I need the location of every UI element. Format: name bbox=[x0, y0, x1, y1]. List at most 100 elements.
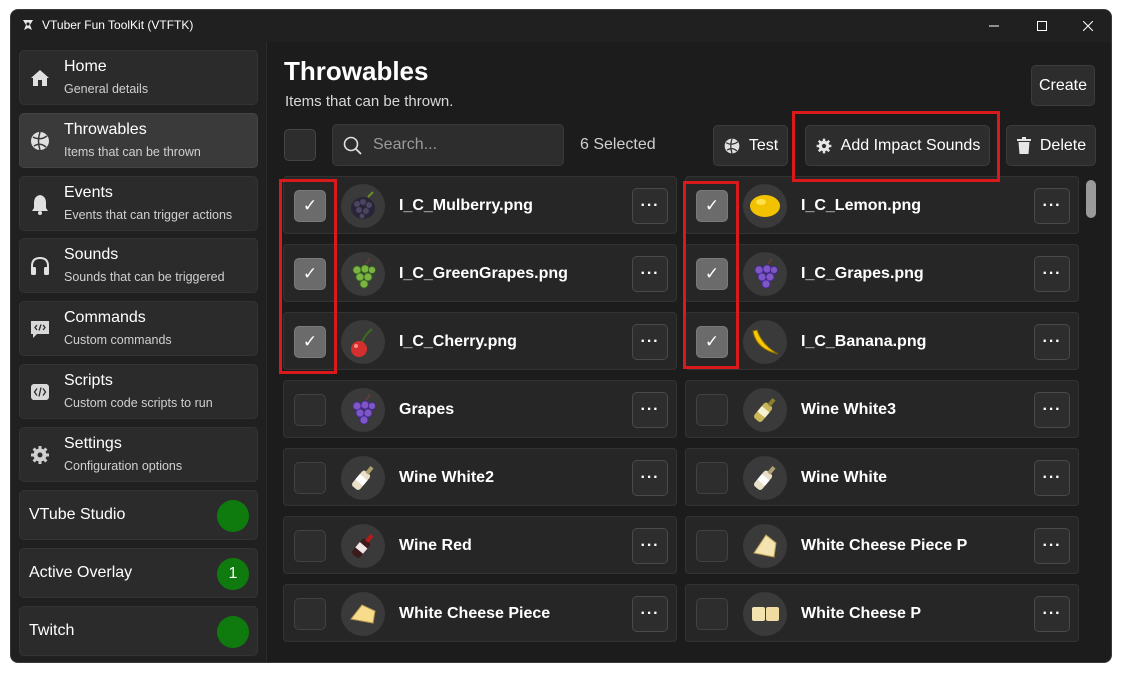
item-name: White Cheese Piece P bbox=[801, 537, 968, 554]
item-checkbox[interactable] bbox=[696, 530, 728, 562]
minimize-button[interactable] bbox=[971, 10, 1017, 42]
green-grapes-icon bbox=[341, 252, 385, 296]
item-more-button[interactable]: ··· bbox=[1034, 188, 1070, 224]
search-input[interactable] bbox=[373, 134, 553, 156]
sidebar-item-sounds[interactable]: Sounds Sounds that can be triggered bbox=[19, 238, 258, 293]
item-name: White Cheese P bbox=[801, 605, 922, 622]
item-more-button[interactable]: ··· bbox=[632, 528, 668, 564]
list-item[interactable]: ✓ I_C_Mulberry.png ··· bbox=[283, 176, 677, 234]
banana-icon bbox=[743, 320, 787, 364]
list-item[interactable]: Wine White ··· bbox=[685, 448, 1079, 506]
item-more-button[interactable]: ··· bbox=[1034, 596, 1070, 632]
item-more-button[interactable]: ··· bbox=[632, 188, 668, 224]
list-item[interactable]: ✓ I_C_Cherry.png ··· bbox=[283, 312, 677, 370]
item-more-button[interactable]: ··· bbox=[632, 256, 668, 292]
item-name: Wine White2 bbox=[399, 469, 494, 486]
list-item[interactable]: ✓ I_C_Grapes.png ··· bbox=[685, 244, 1079, 302]
item-checkbox[interactable]: ✓ bbox=[696, 190, 728, 222]
status-active-overlay[interactable]: Active Overlay 1 bbox=[19, 548, 258, 598]
item-more-button[interactable]: ··· bbox=[632, 392, 668, 428]
item-more-button[interactable]: ··· bbox=[1034, 460, 1070, 496]
item-checkbox[interactable] bbox=[294, 530, 326, 562]
item-more-button[interactable]: ··· bbox=[632, 324, 668, 360]
sidebar-item-subtitle: Events that can trigger actions bbox=[64, 208, 233, 222]
close-icon bbox=[1083, 21, 1093, 31]
test-button-label: Test bbox=[748, 136, 779, 154]
status-twitch[interactable]: Twitch bbox=[19, 606, 258, 656]
item-checkbox[interactable]: ✓ bbox=[294, 190, 326, 222]
item-name: I_C_Mulberry.png bbox=[399, 197, 533, 214]
list-item[interactable]: ✓ I_C_Lemon.png ··· bbox=[685, 176, 1079, 234]
grapes-icon bbox=[743, 252, 787, 296]
delete-button[interactable]: Delete bbox=[1006, 125, 1096, 166]
page-subtitle: Items that can be thrown. bbox=[285, 93, 454, 110]
item-checkbox[interactable] bbox=[294, 394, 326, 426]
item-checkbox[interactable] bbox=[696, 394, 728, 426]
select-all-checkbox[interactable] bbox=[284, 129, 316, 161]
item-more-button[interactable]: ··· bbox=[1034, 528, 1070, 564]
item-more-button[interactable]: ··· bbox=[1034, 324, 1070, 360]
item-name: White Cheese Piece bbox=[399, 605, 551, 622]
sidebar-item-title: Sounds bbox=[64, 246, 119, 263]
cherry-icon bbox=[341, 320, 385, 364]
status-indicator bbox=[217, 616, 249, 648]
mulberry-icon bbox=[341, 184, 385, 228]
add-impact-sounds-button[interactable]: Add Impact Sounds bbox=[805, 125, 990, 166]
item-checkbox[interactable] bbox=[294, 598, 326, 630]
selected-count: 6 Selected bbox=[580, 136, 656, 153]
item-more-button[interactable]: ··· bbox=[632, 596, 668, 632]
list-scrollbar[interactable] bbox=[1083, 180, 1096, 646]
list-item[interactable]: White Cheese Piece ··· bbox=[283, 584, 677, 642]
item-checkbox[interactable]: ✓ bbox=[294, 258, 326, 290]
home-icon bbox=[31, 70, 49, 86]
sidebar-item-commands[interactable]: Commands Custom commands bbox=[19, 301, 258, 356]
throwables-list: ✓ I_C_Mulberry.png ··· ✓ I_C_Lemon.png ·… bbox=[283, 176, 1080, 650]
status-label: Active Overlay bbox=[29, 564, 133, 581]
status-label: VTube Studio bbox=[29, 506, 126, 523]
scrollbar-thumb[interactable] bbox=[1086, 180, 1096, 218]
list-item[interactable]: Wine White2 ··· bbox=[283, 448, 677, 506]
title-bar: VTuber Fun ToolKit (VTFTK) bbox=[11, 10, 1111, 42]
sidebar-item-throwables[interactable]: Throwables Items that can be thrown bbox=[19, 113, 258, 168]
sidebar-item-subtitle: Custom commands bbox=[64, 333, 172, 347]
item-checkbox[interactable]: ✓ bbox=[696, 326, 728, 358]
list-item[interactable]: Wine White3 ··· bbox=[685, 380, 1079, 438]
item-checkbox[interactable] bbox=[696, 598, 728, 630]
list-item[interactable]: Wine Red ··· bbox=[283, 516, 677, 574]
bell-icon bbox=[32, 195, 48, 215]
search-icon bbox=[343, 136, 362, 155]
item-more-button[interactable]: ··· bbox=[1034, 256, 1070, 292]
page-title: Throwables bbox=[284, 56, 429, 86]
wine-red-bottle-icon bbox=[341, 524, 385, 568]
item-more-button[interactable]: ··· bbox=[632, 460, 668, 496]
ball-icon bbox=[724, 137, 740, 154]
sidebar-item-settings[interactable]: Settings Configuration options bbox=[19, 427, 258, 482]
sidebar-item-title: Scripts bbox=[64, 372, 113, 389]
ball-icon bbox=[31, 131, 49, 151]
item-checkbox[interactable] bbox=[294, 462, 326, 494]
sidebar-item-scripts[interactable]: Scripts Custom code scripts to run bbox=[19, 364, 258, 419]
item-checkbox[interactable]: ✓ bbox=[294, 326, 326, 358]
headphones-icon bbox=[31, 256, 49, 275]
item-checkbox[interactable] bbox=[696, 462, 728, 494]
app-logo-icon bbox=[23, 20, 33, 30]
sidebar-item-events[interactable]: Events Events that can trigger actions bbox=[19, 176, 258, 231]
list-item[interactable]: Grapes ··· bbox=[283, 380, 677, 438]
sidebar-item-subtitle: Custom code scripts to run bbox=[64, 396, 213, 410]
cheese-icon bbox=[743, 592, 787, 636]
maximize-button[interactable] bbox=[1019, 10, 1065, 42]
status-vtube-studio[interactable]: VTube Studio bbox=[19, 490, 258, 540]
test-button[interactable]: Test bbox=[713, 125, 788, 166]
list-item[interactable]: ✓ I_C_GreenGrapes.png ··· bbox=[283, 244, 677, 302]
item-checkbox[interactable]: ✓ bbox=[696, 258, 728, 290]
sidebar-item-title: Settings bbox=[64, 435, 122, 452]
item-name: I_C_Grapes.png bbox=[801, 265, 924, 282]
sidebar: Home General details Throwables Items th… bbox=[11, 42, 267, 662]
close-button[interactable] bbox=[1065, 10, 1111, 42]
item-more-button[interactable]: ··· bbox=[1034, 392, 1070, 428]
create-button[interactable]: Create bbox=[1031, 65, 1095, 106]
list-item[interactable]: White Cheese P ··· bbox=[685, 584, 1079, 642]
sidebar-item-home[interactable]: Home General details bbox=[19, 50, 258, 105]
list-item[interactable]: White Cheese Piece P ··· bbox=[685, 516, 1079, 574]
list-item[interactable]: ✓ I_C_Banana.png ··· bbox=[685, 312, 1079, 370]
